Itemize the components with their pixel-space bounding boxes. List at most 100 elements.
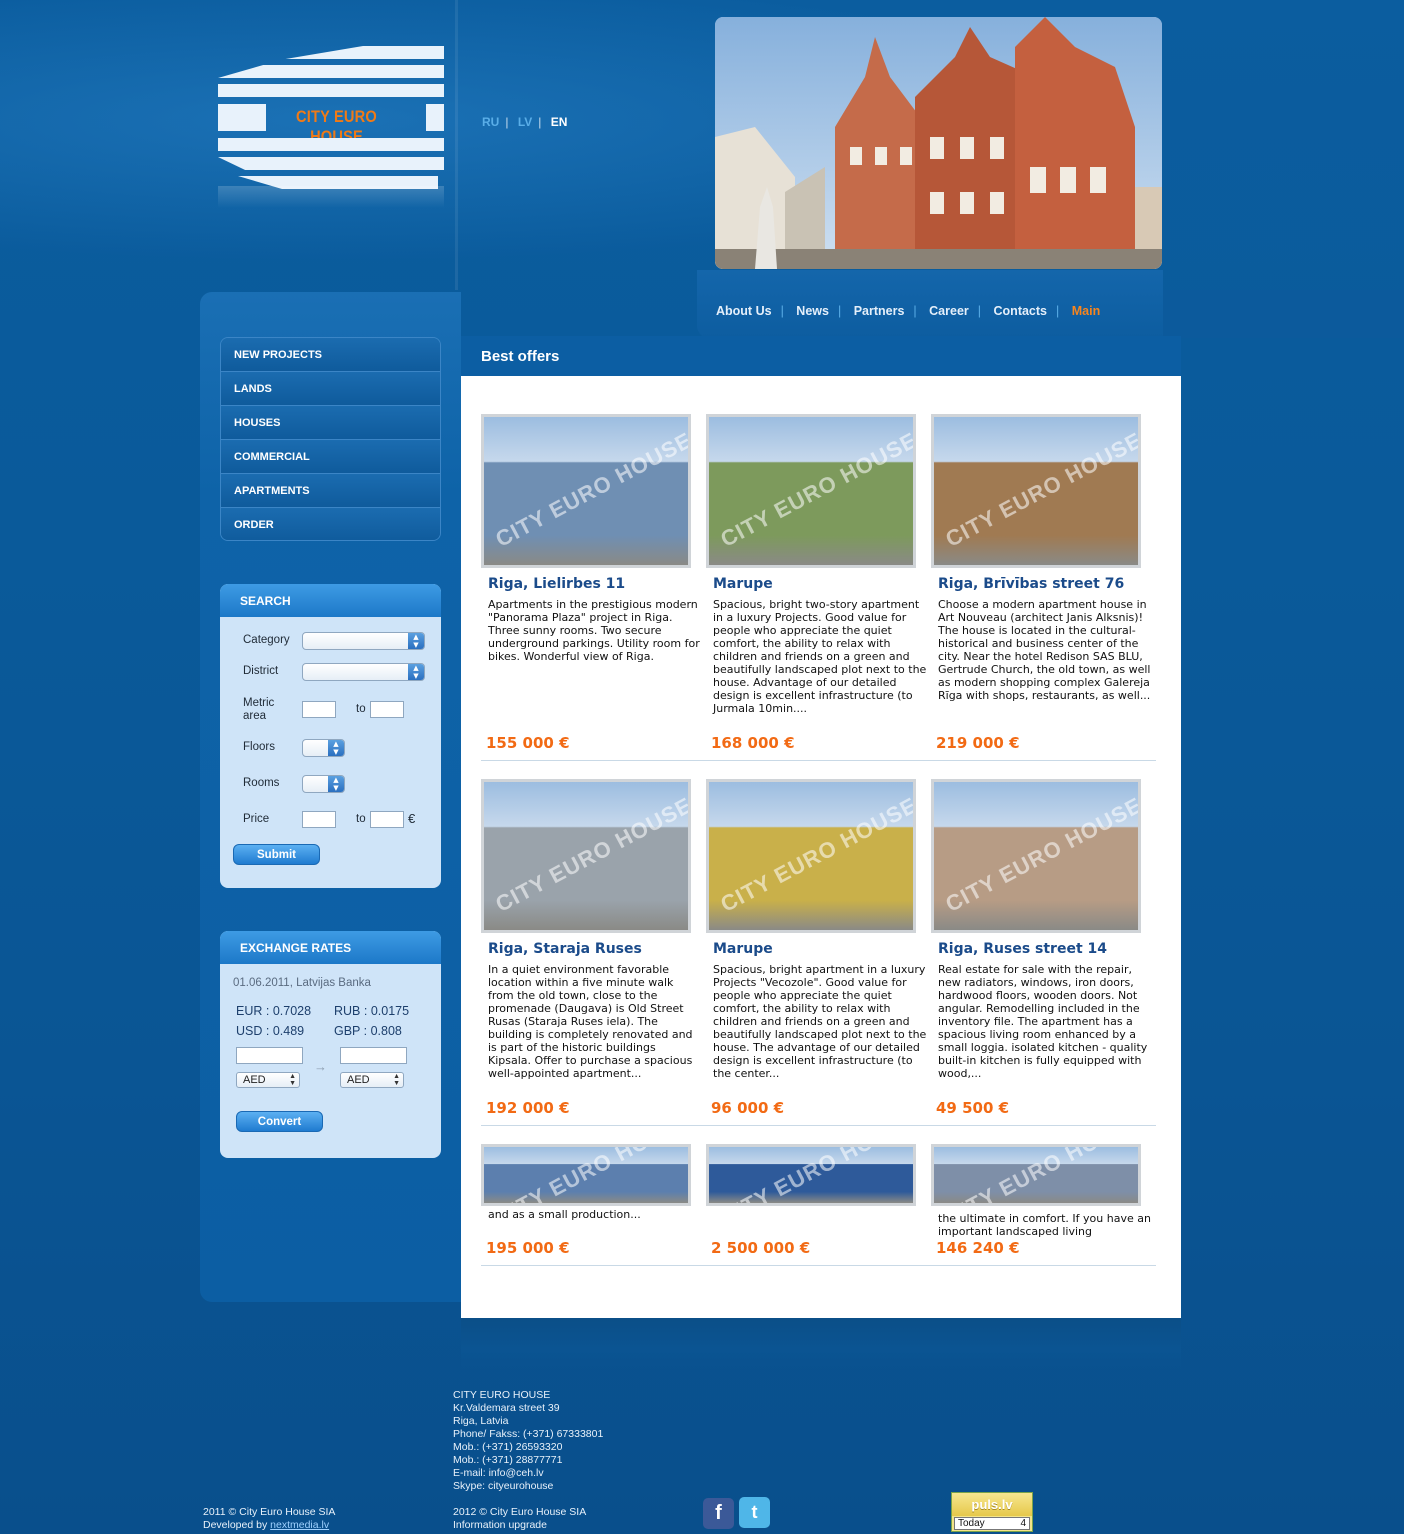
offer-photo[interactable]: CITY EURO HOUSE [931, 779, 1141, 933]
best-offers-title: Best offers [481, 348, 560, 365]
district-select[interactable]: ▲ ▼ [302, 663, 425, 681]
footer-skype: Skype: cityeurohouse [453, 1480, 554, 1492]
offer-photo[interactable]: CITY EURO HOUSE [706, 779, 916, 933]
district-label: District [243, 665, 279, 677]
lang-en[interactable]: EN [551, 115, 568, 129]
row-divider [481, 760, 1156, 761]
footer-company: CITY EURO HOUSE [453, 1389, 551, 1401]
price-label: Price [243, 813, 270, 825]
watermark-text: CITY EURO HOUSE [491, 792, 691, 917]
developed-by-line: Developed by nextmedia.lv [203, 1519, 335, 1532]
offer-photo[interactable]: CITY EURO HOUSE [481, 1144, 691, 1206]
counter-label: Today [958, 1518, 985, 1529]
offer-card[interactable]: CITY EURO HOUSE Riga, Lielirbes 11 Apartme… [481, 414, 706, 764]
offer-card[interactable]: CITY EURO HOUSE Marupe Spacious, bright ap… [706, 779, 931, 1129]
lang-lv[interactable]: LV [518, 115, 532, 129]
offer-photo[interactable]: CITY EURO HOUSE [931, 1144, 1141, 1206]
counter-today: Today 4 [954, 1517, 1030, 1530]
content-header [461, 336, 1181, 376]
logo-stripe [218, 138, 444, 151]
logo-stripe [218, 84, 444, 97]
rooms-select[interactable]: ▲ ▼ [302, 775, 345, 793]
nav-contacts[interactable]: Contacts [994, 304, 1047, 318]
facebook-icon[interactable]: f [703, 1498, 734, 1529]
offer-price: 49 500 € [936, 1099, 1010, 1117]
to-currency-value: AED [347, 1074, 370, 1086]
watermark-text: CITY EURO HOUSE [941, 792, 1141, 917]
watermark-text: CITY EURO HOUSE [484, 1147, 688, 1203]
offer-title[interactable]: Riga, Lielirbes 11 [488, 576, 625, 592]
copyright-2012: 2012 © City Euro House SIA [453, 1506, 587, 1518]
rate-rub: RUB : 0.0175 [334, 1004, 410, 1018]
rooms-label: Rooms [243, 777, 280, 789]
offer-photo[interactable]: CITY EURO HOUSE [481, 414, 691, 568]
offer-photo[interactable]: CITY EURO HOUSE [706, 414, 916, 568]
header-background [0, 0, 1404, 300]
category-select[interactable]: ▲ ▼ [302, 632, 425, 650]
footer-email[interactable]: E-mail: info@ceh.lv [453, 1467, 603, 1480]
category-order[interactable]: ORDER [221, 508, 440, 540]
watermark-text: CITY EURO HOUSE [716, 427, 916, 552]
offer-card[interactable]: CITY EURO HOUSE Riga, Ruses street 14 Real… [931, 779, 1156, 1129]
offer-description: Apartments in the prestigious modern "Pa… [488, 598, 700, 663]
metric-area-to-input[interactable] [370, 701, 404, 718]
euro-symbol: € [408, 811, 416, 826]
nav-main[interactable]: Main [1072, 304, 1100, 318]
offer-card[interactable]: CITY EURO HOUSE 2 500 000 € [706, 1144, 931, 1494]
price-from-input[interactable] [302, 811, 336, 828]
offer-price: 219 000 € [936, 734, 1020, 752]
nav-partners[interactable]: Partners [854, 304, 905, 318]
house-of-blackheads-image [715, 17, 1162, 269]
category-commercial[interactable]: COMMERCIAL [221, 440, 440, 474]
rate-gbp: GBP : 0.808 [334, 1024, 402, 1038]
convert-to-amount-input[interactable] [340, 1047, 407, 1064]
offer-price: 146 240 € [936, 1239, 1020, 1257]
developed-by-label: Developed by [203, 1519, 268, 1531]
offer-photo[interactable]: CITY EURO HOUSE [931, 414, 1141, 568]
offer-title[interactable]: Marupe [713, 941, 773, 957]
submit-button[interactable]: Submit [233, 844, 320, 865]
watermark-text: CITY EURO HOUSE [716, 792, 916, 917]
floors-label: Floors [243, 741, 275, 753]
lang-ru[interactable]: RU [482, 115, 499, 129]
language-switcher: RU | LV | EN [482, 115, 568, 129]
nav-news[interactable]: News [796, 304, 829, 318]
to-currency-select[interactable]: AED ▲ ▼ [340, 1072, 404, 1088]
nav-career[interactable]: Career [929, 304, 969, 318]
from-currency-select[interactable]: AED ▲ ▼ [236, 1072, 300, 1088]
offer-description: In a quiet environment favorable locatio… [488, 963, 693, 1080]
category-apartments[interactable]: APARTMENTS [221, 474, 440, 508]
offer-photo[interactable]: CITY EURO HOUSE [481, 779, 691, 933]
puls-counter[interactable]: puls.lv Today 4 [951, 1492, 1033, 1532]
category-houses[interactable]: HOUSES [221, 406, 440, 440]
category-label: Category [243, 634, 290, 646]
convert-button[interactable]: Convert [236, 1111, 323, 1132]
twitter-icon[interactable]: t [739, 1497, 770, 1528]
offer-card[interactable]: CITY EURO HOUSE Marupe Spacious, bright tw… [706, 414, 931, 764]
category-new-projects[interactable]: NEW PROJECTS [221, 338, 440, 372]
offer-card[interactable]: CITY EURO HOUSE the ultimate in comfort. … [931, 1144, 1156, 1494]
offer-card[interactable]: CITY EURO HOUSE Riga, Staraja Ruses In a q… [481, 779, 706, 1129]
offer-card[interactable]: CITY EURO HOUSE Riga, Brīvības street 76 C… [931, 414, 1156, 764]
offer-price: 192 000 € [486, 1099, 570, 1117]
offer-title[interactable]: Riga, Brīvības street 76 [938, 576, 1124, 592]
offer-title[interactable]: Riga, Staraja Ruses [488, 941, 642, 957]
rate-eur: EUR : 0.7028 [236, 1004, 312, 1018]
metric-area-from-input[interactable] [302, 701, 336, 718]
offer-description: the ultimate in comfort. If you have an … [938, 1212, 1151, 1238]
footer-address-2: Riga, Latvia [453, 1415, 509, 1427]
price-to-input[interactable] [370, 811, 404, 828]
nav-about-us[interactable]: About Us [716, 304, 772, 318]
floors-select[interactable]: ▲ ▼ [302, 739, 345, 757]
offer-title[interactable]: Marupe [713, 576, 773, 592]
watermark-text: CITY EURO HOUSE [934, 1147, 1138, 1203]
select-arrow-icon: ▲ ▼ [408, 633, 424, 649]
convert-from-amount-input[interactable] [236, 1047, 303, 1064]
category-lands[interactable]: LANDS [221, 372, 440, 406]
offer-title[interactable]: Riga, Ruses street 14 [938, 941, 1107, 957]
city-euro-house-logo[interactable]: CITY EURO HOUSE [218, 46, 444, 208]
offer-photo[interactable]: CITY EURO HOUSE [706, 1144, 916, 1206]
footer-contacts: CITY EURO HOUSE Kr.Valdemara street 39 R… [453, 1389, 603, 1493]
developer-link[interactable]: nextmedia.lv [270, 1519, 329, 1531]
footer-mob-2: Mob.: (+371) 28877771 [453, 1454, 563, 1466]
